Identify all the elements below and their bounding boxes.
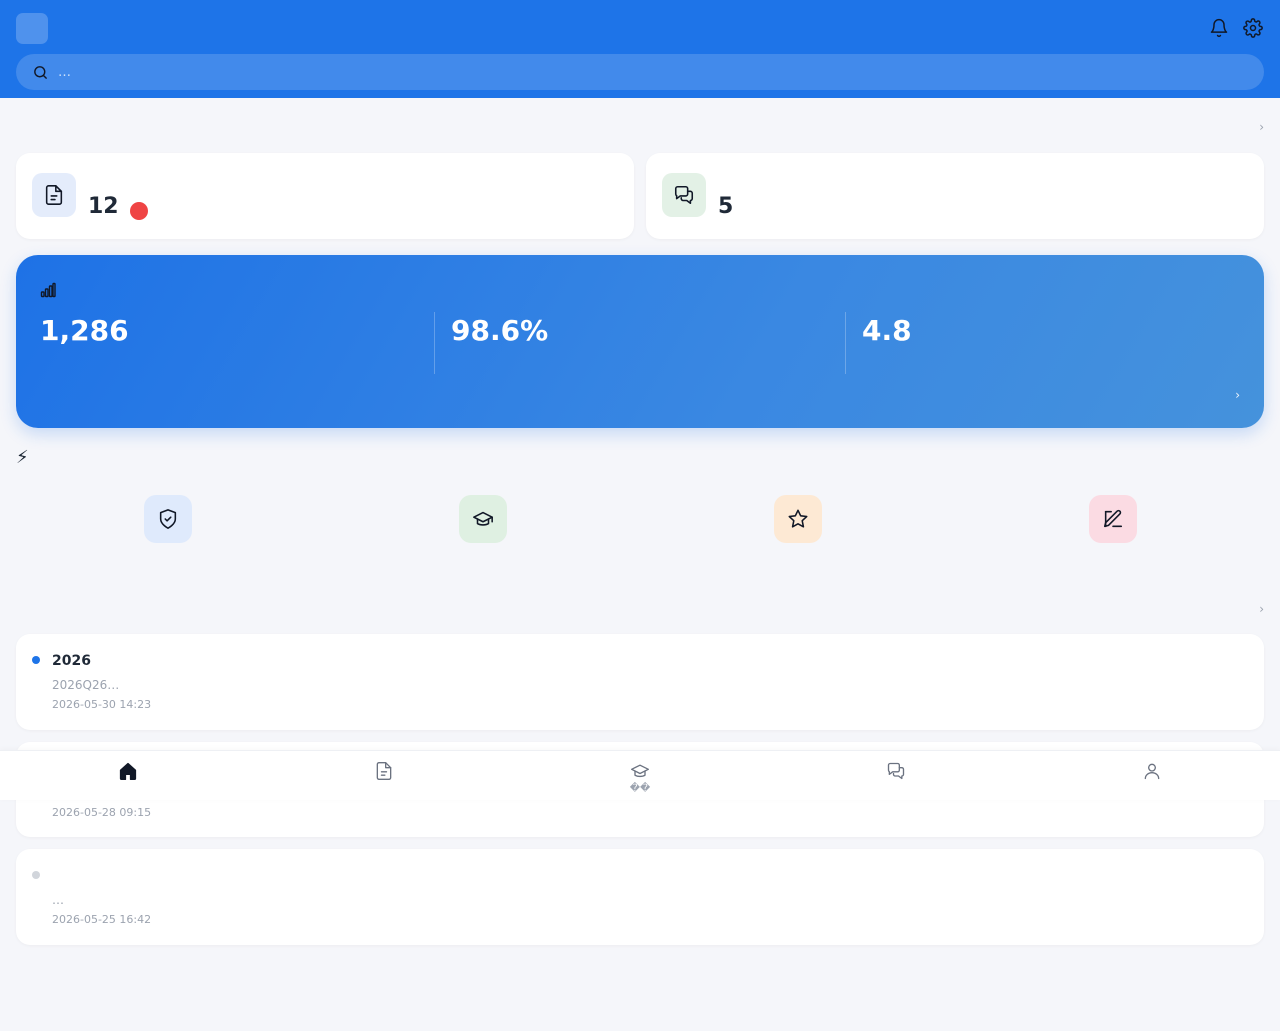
notice-time: 2026-05-30 14:23	[52, 698, 152, 711]
search-bar[interactable]	[16, 54, 1264, 90]
quick-action-3[interactable]	[748, 495, 848, 551]
notice-time: 2026-05-25 16:42	[52, 913, 152, 926]
gear-icon[interactable]	[1242, 17, 1264, 39]
stat-divider	[434, 312, 435, 374]
notice-item[interactable]: … 2026-05-25 16:42	[16, 849, 1264, 945]
pencil-icon	[1089, 495, 1137, 543]
notice-title: 2026	[52, 653, 91, 669]
notice-more-link[interactable]: ›	[1259, 601, 1264, 617]
quick-action-4[interactable]	[1063, 495, 1163, 551]
stats-card: 1,286 98.6% 4.8 ›	[16, 255, 1264, 428]
notice-item[interactable]: 2026 2026Q26… 2026-05-30 14:23	[16, 634, 1264, 730]
todo-card-count: 5	[718, 194, 734, 219]
stat-divider	[845, 312, 846, 374]
bell-icon[interactable]	[1208, 17, 1230, 39]
signal-bars-icon	[40, 282, 56, 298]
notice-desc: 2026Q26…	[52, 678, 120, 692]
todo-more-link[interactable]: ›	[1259, 119, 1264, 135]
stat-rate: 98.6%	[451, 313, 548, 353]
stat-value: 1,286	[40, 314, 129, 347]
tab-label: ��	[629, 783, 651, 794]
shield-check-icon	[144, 495, 192, 543]
graduation-cap-icon	[512, 760, 768, 782]
todo-card-count: 12	[88, 194, 119, 219]
app-logo	[16, 13, 48, 44]
tab-documents[interactable]	[256, 751, 512, 801]
bottom-tab-bar: ��	[0, 750, 1280, 800]
tab-profile[interactable]	[1024, 751, 1280, 801]
stats-more-link[interactable]: ›	[1235, 388, 1240, 402]
unread-dot	[32, 656, 40, 664]
tab-home[interactable]	[0, 751, 256, 801]
notice-desc: …	[52, 893, 64, 907]
chat-icon	[662, 173, 706, 217]
star-icon	[774, 495, 822, 543]
stat-value: 98.6%	[451, 314, 549, 347]
home-icon	[0, 760, 256, 782]
stat-total: 1,286	[40, 313, 129, 353]
urgent-badge	[130, 202, 148, 220]
chat-icon	[768, 760, 1024, 782]
todo-card-messages[interactable]: 5	[646, 153, 1264, 239]
notice-time: 2026-05-28 09:15	[52, 806, 152, 819]
stat-score: 4.8	[862, 313, 912, 353]
quick-action-1[interactable]	[118, 495, 218, 551]
stat-value: 4.8	[862, 314, 912, 347]
search-icon	[34, 65, 47, 79]
tab-messages[interactable]	[768, 751, 1024, 801]
search-input[interactable]	[58, 64, 1208, 80]
document-icon	[32, 173, 76, 217]
document-icon	[256, 760, 512, 782]
tab-learning[interactable]: ��	[512, 751, 768, 801]
graduation-cap-icon	[459, 495, 507, 543]
app-header	[0, 0, 1280, 98]
todo-card-pending-documents[interactable]: 12	[16, 153, 634, 239]
quick-action-2[interactable]	[433, 495, 533, 551]
user-icon	[1024, 760, 1280, 782]
quick-section-title: ⚡	[16, 447, 29, 468]
read-dot	[32, 871, 40, 879]
